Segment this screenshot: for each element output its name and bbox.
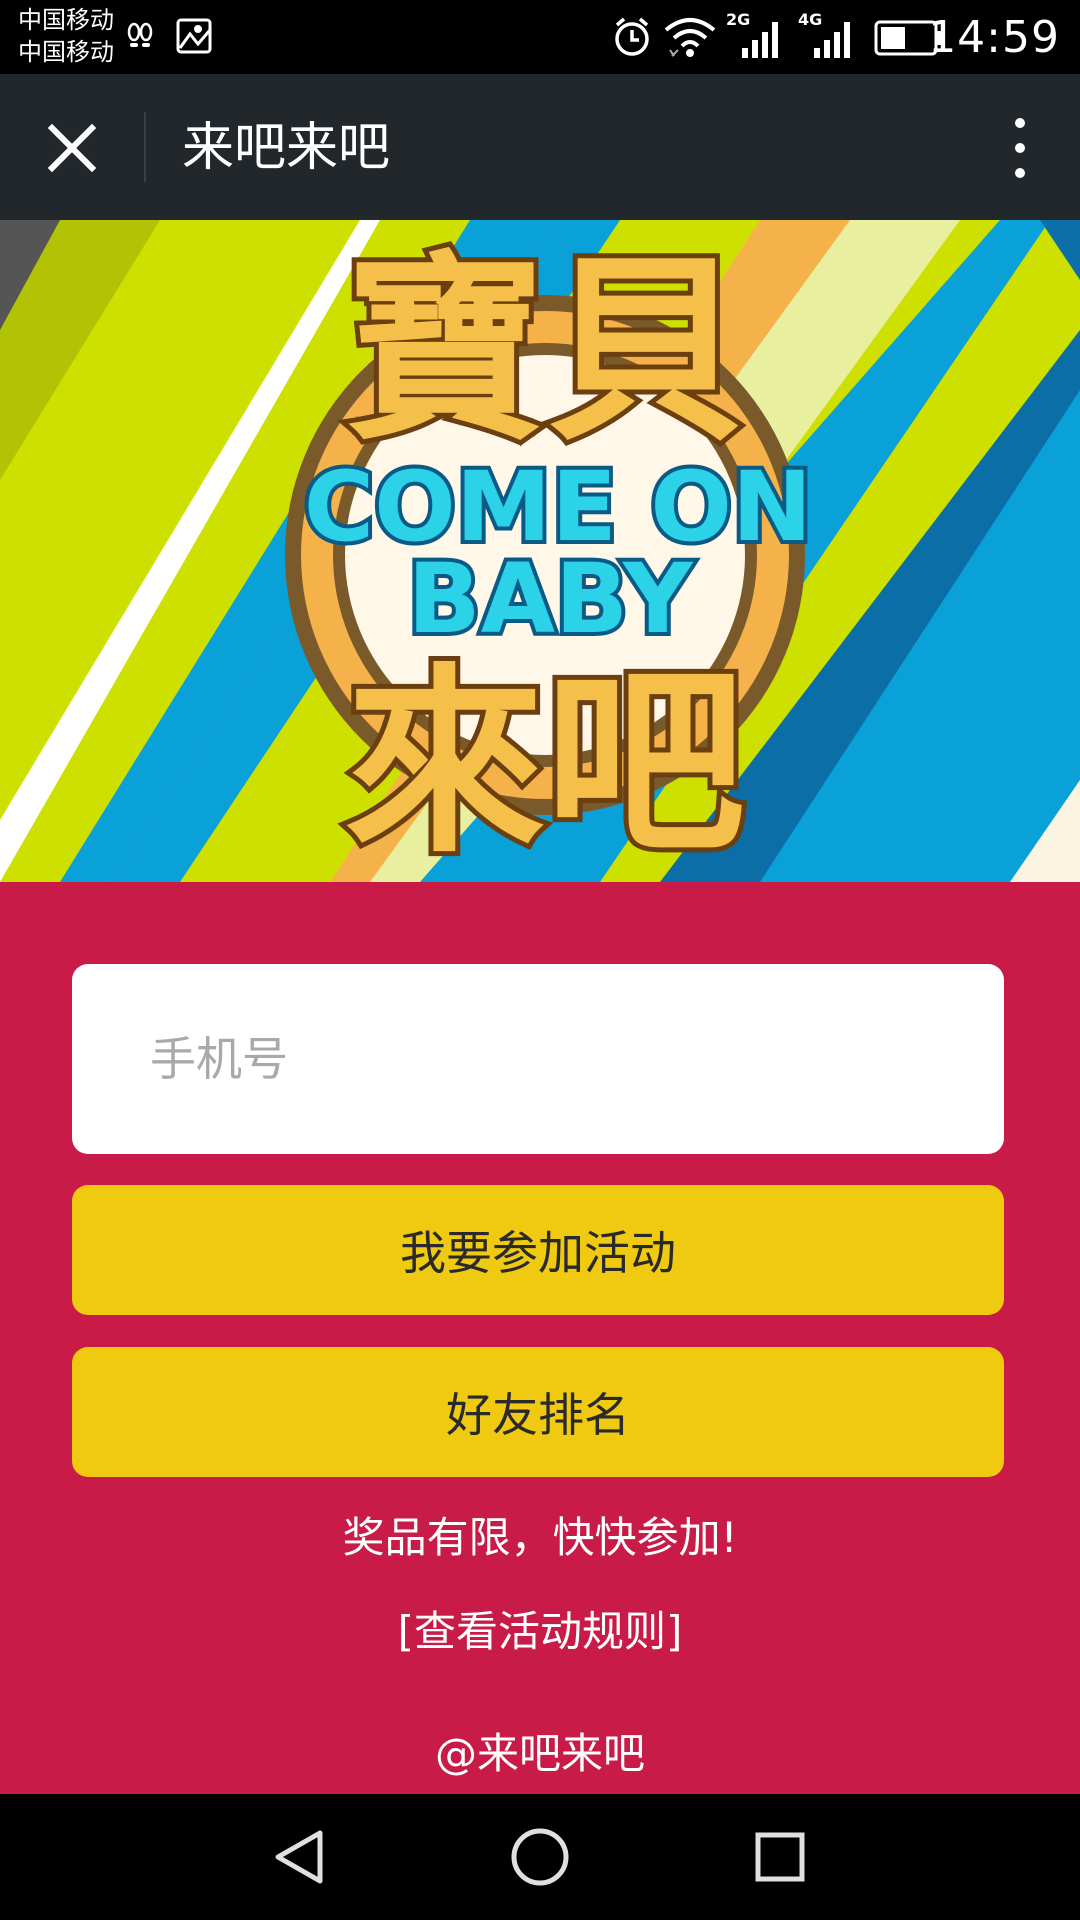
banner-image: 寶貝 COME ON BABY 來吧 — [0, 220, 1080, 882]
footer-credit: @来吧来吧 — [434, 1729, 645, 1778]
phone-number-input[interactable] — [72, 964, 1004, 1154]
back-triangle-icon — [275, 1830, 323, 1884]
friend-ranking-button[interactable]: 好友排名 — [72, 1347, 1004, 1477]
more-options-button[interactable] — [990, 110, 1050, 186]
close-button[interactable] — [30, 112, 114, 184]
main-panel: 我要参加活动 好友排名 奖品有限，快快参加! [查看活动规则] @来吧来吧 — [0, 882, 1080, 1794]
signal-2-icon — [810, 20, 856, 62]
carrier-info: 中国移动 中国移动 — [18, 4, 114, 68]
more-dot-icon — [1015, 168, 1025, 179]
activity-rules-link[interactable]: [查看活动规则] — [0, 1604, 1080, 1660]
recents-button[interactable] — [740, 1817, 820, 1897]
logo-top-text: 寶貝 — [345, 235, 745, 468]
home-circle-icon — [511, 1828, 569, 1886]
more-dot-icon — [1015, 117, 1025, 128]
title-bar: 来吧来吧 — [0, 74, 1080, 220]
logo-bottom-text: 來吧 — [345, 647, 745, 880]
join-activity-button[interactable]: 我要参加活动 — [72, 1185, 1004, 1315]
promo-text: 奖品有限，快快参加! — [342, 1513, 738, 1562]
banner-artwork: 寶貝 COME ON BABY 來吧 — [0, 220, 1080, 882]
screen: 中国移动 中国移动 2G 4G 14:59 来吧来吧 寶貝 COME ON BA… — [0, 0, 1080, 1920]
status-bar: 中国移动 中国移动 2G 4G 14:59 — [0, 0, 1080, 74]
back-button[interactable] — [260, 1817, 340, 1897]
clock-time: 14:59 — [928, 12, 1060, 63]
navigation-bar — [0, 1794, 1080, 1920]
recents-square-icon — [755, 1832, 805, 1882]
home-button[interactable] — [500, 1817, 580, 1897]
close-icon — [48, 124, 96, 172]
carrier-1: 中国移动 — [18, 6, 114, 34]
wifi-icon — [664, 16, 716, 62]
title-divider — [144, 112, 146, 182]
alarm-icon — [612, 16, 652, 62]
logo-mid-text-2: BABY — [408, 543, 694, 655]
page-title: 来吧来吧 — [182, 118, 391, 178]
signal-1-icon — [738, 20, 784, 62]
image-icon — [176, 18, 212, 58]
footsteps-icon — [126, 22, 154, 56]
carrier-2: 中国移动 — [18, 38, 114, 66]
more-dot-icon — [1015, 142, 1025, 153]
